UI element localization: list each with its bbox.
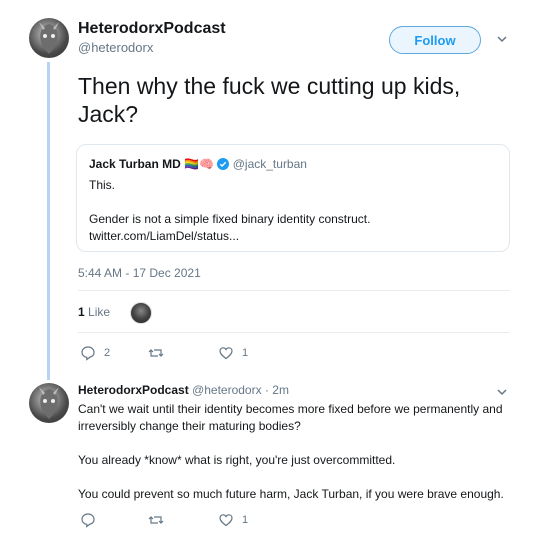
like-action[interactable]: 1 [218, 345, 248, 361]
reply-icon [81, 513, 95, 528]
heart-icon [219, 514, 233, 527]
quoted-author-handle: @jack_turban [232, 157, 307, 171]
author-name[interactable]: HeterodorxPodcast [78, 20, 226, 38]
retweet-action[interactable] [148, 345, 172, 361]
quoted-author-name: Jack Turban MD [89, 157, 181, 171]
reply-author-name[interactable]: HeterodorxPodcast [78, 383, 189, 397]
likes-summary[interactable]: 1 Like [78, 305, 110, 319]
follow-button[interactable]: Follow [389, 26, 481, 54]
quoted-author-row: Jack Turban MD 🏳️‍🌈🧠 @jack_turban [89, 157, 307, 173]
verified-badge-icon [217, 158, 230, 173]
chevron-down-icon[interactable] [496, 32, 508, 48]
quoted-author-emojis: 🏳️‍🌈🧠 [184, 157, 215, 171]
reply-action[interactable]: 2 [80, 345, 110, 361]
tweet-timestamp[interactable]: 5:44 AM - 17 Dec 2021 [78, 266, 201, 280]
reply-count: 2 [104, 347, 111, 359]
reply-paragraph: You could prevent so much future harm, J… [78, 487, 504, 501]
avatar[interactable] [29, 18, 69, 58]
like-action[interactable]: 1 [218, 512, 248, 528]
liker-avatar[interactable] [130, 302, 152, 324]
divider [78, 332, 510, 333]
reply-action[interactable] [80, 512, 96, 528]
quoted-line [89, 194, 499, 211]
reply-author-handle[interactable]: @heterodorx [192, 383, 262, 397]
avatar-image [39, 22, 59, 54]
likes-label: Like [88, 305, 111, 319]
reply-header: HeterodorxPodcast @heterodorx · 2m [78, 383, 289, 397]
quoted-line: This. [89, 178, 116, 192]
divider [78, 290, 510, 291]
quoted-link[interactable]: twitter.com/LiamDel/status... [89, 228, 499, 245]
quoted-tweet[interactable]: Jack Turban MD 🏳️‍🌈🧠 @jack_turban This. … [76, 144, 510, 252]
separator-dot: · [264, 383, 269, 397]
heart-icon [219, 347, 233, 360]
reply-paragraph: Can't we wait until their identity becom… [78, 402, 503, 433]
thread-line [47, 62, 50, 380]
quoted-line: Gender is not a simple fixed binary iden… [89, 212, 371, 226]
reply-avatar[interactable] [29, 383, 69, 423]
likes-count: 1 [78, 305, 85, 319]
chevron-down-icon[interactable] [496, 385, 508, 401]
tweet-text: Then why the fuck we cutting up kids, Ja… [78, 73, 461, 127]
reply-time[interactable]: 2m [272, 383, 289, 397]
retweet-icon [148, 516, 164, 524]
like-count: 1 [242, 347, 249, 359]
reply-paragraph: You already *know* what is right, you're… [78, 453, 396, 467]
avatar-image [39, 387, 59, 419]
reply-text: Can't we wait until their identity becom… [78, 401, 518, 520]
reply-icon [81, 346, 95, 361]
retweet-icon [148, 349, 164, 357]
retweet-action[interactable] [148, 512, 164, 528]
quoted-text: This. Gender is not a simple fixed binar… [89, 177, 499, 245]
like-count: 1 [242, 514, 249, 526]
author-handle[interactable]: @heterodorx [78, 40, 153, 55]
